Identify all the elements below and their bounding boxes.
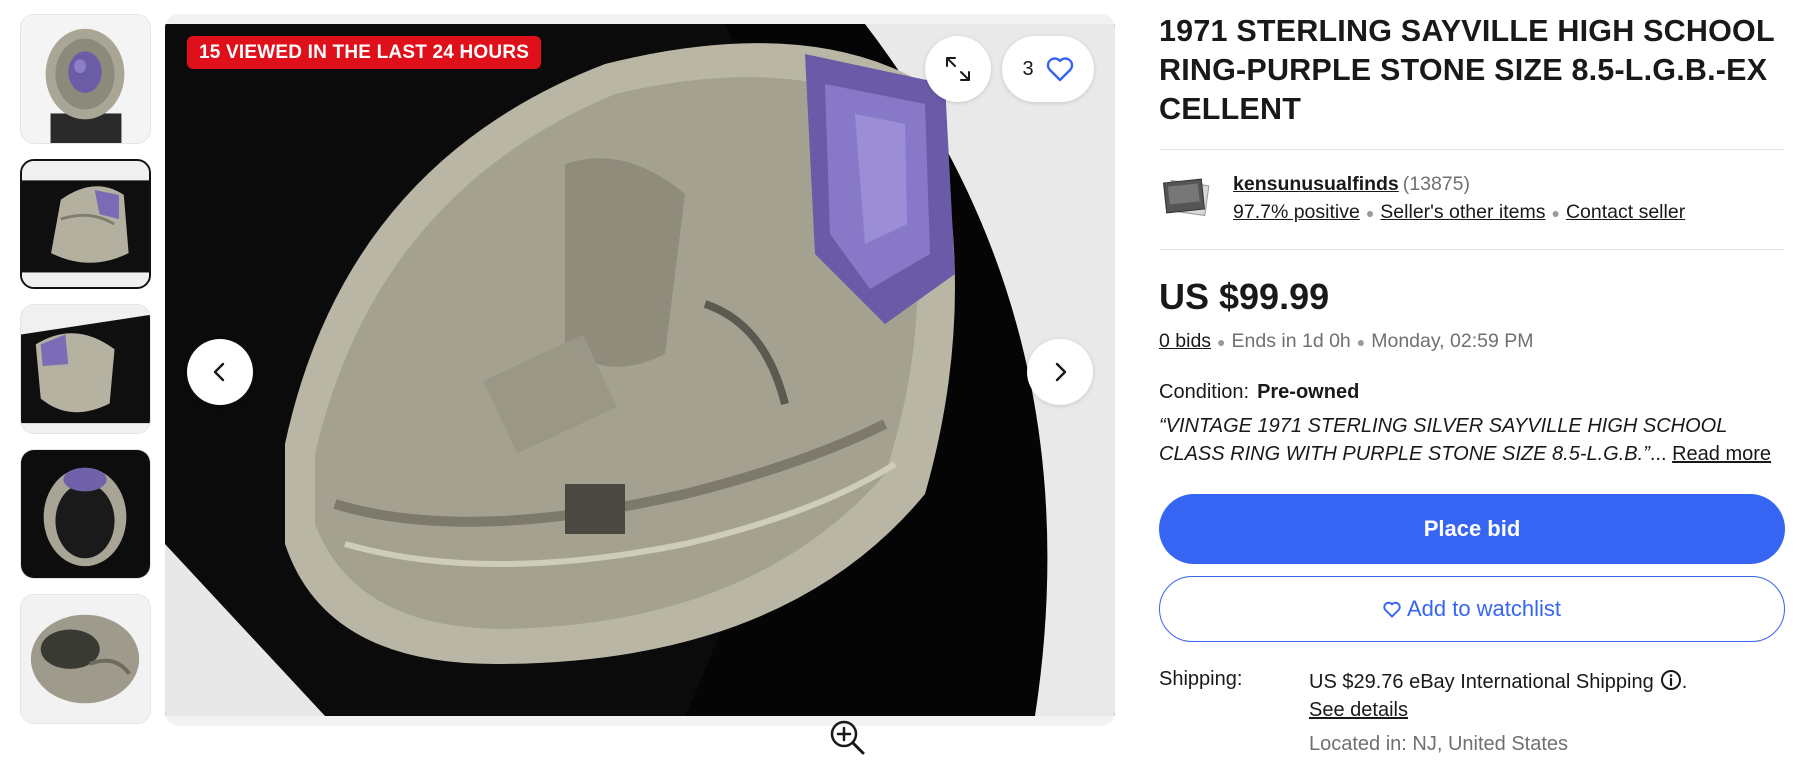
separator-dot: ● [1551, 205, 1560, 221]
description-ellipsis: ... [1649, 443, 1667, 465]
seller-name-link[interactable]: kensunusualfinds [1233, 173, 1399, 195]
item-title: 1971 STERLING SAYVILLE HIGH SCHOOL RING-… [1159, 14, 1775, 126]
place-bid-button[interactable]: Place bid [1159, 494, 1785, 564]
seller-positive-link[interactable]: 97.7% positive [1233, 201, 1360, 223]
next-image-button[interactable] [1027, 339, 1093, 405]
info-icon[interactable] [1660, 669, 1682, 691]
read-more-link[interactable]: Read more [1672, 443, 1771, 465]
chevron-right-icon [1055, 362, 1067, 382]
shipping-period: . [1681, 671, 1688, 693]
ring-side-thumbnail-image [22, 161, 149, 287]
seller-card: kensunusualfinds (13875) 97.7% positive ● S… [1159, 150, 1785, 249]
ring-front-thumbnail-image [21, 15, 150, 143]
separator-dot: ● [1365, 205, 1375, 221]
zoom-in-icon[interactable] [828, 718, 866, 756]
item-location: Located in: NJ, United States [1309, 733, 1569, 755]
item-description: “VINTAGE 1971 STERLING SILVER SAYVILLE H… [1159, 415, 1727, 465]
thumbnail-1[interactable] [20, 14, 151, 144]
place-bid-label: Place bid [1423, 516, 1521, 541]
shipping-price: US $29.76 [1309, 671, 1404, 693]
viewed-badge: 15 VIEWED IN THE LAST 24 HOURS [187, 36, 542, 69]
thumbnail-2-selected[interactable] [20, 159, 151, 289]
ring-main-photo [165, 24, 1115, 716]
expand-icon [946, 57, 970, 81]
bids-link[interactable]: 0 bids [1159, 330, 1211, 352]
contact-seller-link[interactable]: Contact seller [1566, 201, 1685, 223]
heart-icon [1383, 601, 1401, 618]
watch-count: 3 [1022, 57, 1034, 80]
divider [1159, 249, 1785, 250]
item-details-panel: 1971 STERLING SAYVILLE HIGH SCHOOL RING-… [1159, 12, 1785, 758]
see-details-link[interactable]: See details [1309, 699, 1408, 721]
auction-end-time: Monday, 02:59 PM [1371, 330, 1534, 352]
chevron-left-icon [213, 362, 225, 382]
ring-band-thumbnail-image [21, 595, 150, 723]
thumbnail-4[interactable] [20, 449, 151, 579]
item-price: US $99.99 [1159, 276, 1330, 317]
watch-count-button[interactable]: 3 [1002, 36, 1094, 102]
heart-icon [1046, 57, 1073, 82]
main-image-viewer[interactable]: 15 VIEWED IN THE LAST 24 HOURS 3 [165, 14, 1115, 726]
previous-image-button[interactable] [187, 339, 253, 405]
separator-dot: ● [1356, 334, 1366, 350]
seller-feedback-count: (13875) [1402, 173, 1470, 195]
condition-label: Condition: [1159, 381, 1250, 403]
ring-angle-thumbnail-image [21, 305, 150, 433]
add-to-watchlist-label: Add to watchlist [1406, 596, 1562, 621]
separator-dot: ● [1217, 334, 1226, 350]
shipping-section: Shipping: US $29.76 eBay International S… [1159, 668, 1785, 758]
ring-inside-thumbnail-image [21, 450, 150, 578]
thumbnail-5[interactable] [20, 594, 151, 724]
shipping-label: Shipping: [1159, 668, 1243, 690]
shipping-service: eBay International Shipping [1409, 671, 1654, 693]
add-to-watchlist-button[interactable]: Add to watchlist [1159, 576, 1785, 642]
thumbnail-3[interactable] [20, 304, 151, 434]
seller-avatar[interactable] [1161, 173, 1213, 225]
seller-other-items-link[interactable]: Seller's other items [1380, 201, 1545, 223]
condition-value: Pre-owned [1257, 381, 1360, 403]
auction-ends: Ends in 1d 0h [1231, 330, 1351, 352]
expand-button[interactable] [925, 36, 991, 102]
thumbnail-strip [20, 14, 153, 739]
